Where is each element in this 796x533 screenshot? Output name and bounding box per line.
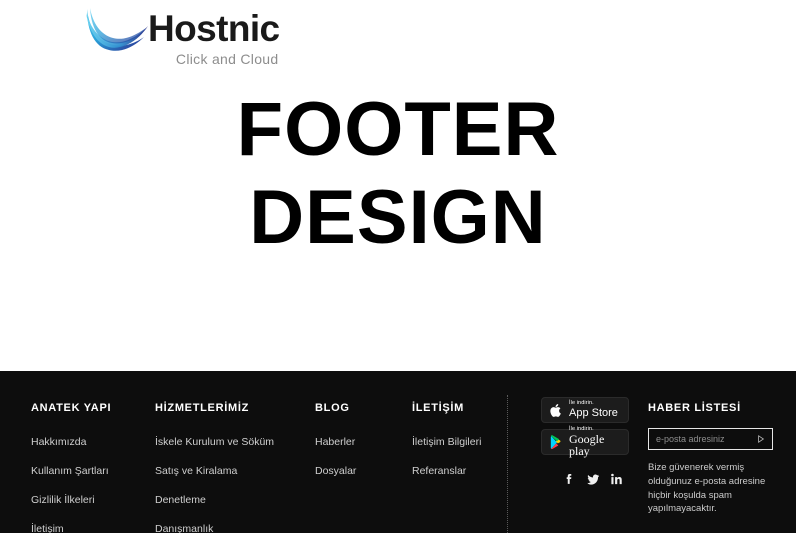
twitter-icon[interactable]: [586, 472, 599, 486]
page-title-line-1: FOOTER: [236, 87, 560, 172]
footer-column-anatek-yapi: ANATEK YAPI Hakkımızda Kullanım Şartları…: [31, 402, 111, 533]
footer-column-hizmetlerimiz: HİZMETLERİMİZ İskele Kurulum ve Söküm Sa…: [155, 402, 274, 533]
list-item: Gizlilik İlkeleri: [31, 490, 111, 508]
newsletter-heading: HABER LİSTESİ: [648, 402, 741, 414]
list-item: Haberler: [315, 432, 356, 450]
footer-column-heading: HİZMETLERİMİZ: [155, 402, 250, 414]
social-links: [562, 472, 623, 486]
list-item: Referanslar: [412, 461, 481, 479]
hero-section: Hostnic Click and Cloud FOOTER DESIGN: [0, 0, 796, 371]
list-item: Denetleme: [155, 490, 274, 508]
footer-link[interactable]: İletişim Bilgileri: [412, 436, 481, 448]
brand-name: Hostnic: [148, 8, 280, 49]
list-item: Satış ve Kiralama: [155, 461, 274, 479]
footer-link[interactable]: Kullanım Şartları: [31, 465, 109, 477]
footer-column-heading: ANATEK YAPI: [31, 402, 112, 414]
app-store-badge-text: İle indirin. App Store: [569, 401, 618, 419]
page-title-line-2: DESIGN: [249, 175, 547, 261]
wave-swoosh-icon: [86, 8, 148, 51]
page-title: FOOTER DESIGN: [0, 86, 796, 262]
footer-link-list: İskele Kurulum ve Söküm Satış ve Kiralam…: [155, 432, 274, 533]
page-root: Hostnic Click and Cloud FOOTER DESIGN AN…: [0, 0, 796, 533]
google-play-badge-title: Google play: [569, 432, 605, 459]
google-play-badge[interactable]: İle indirin. Google play: [541, 426, 629, 459]
app-store-badges: İle indirin. App Store İle indirin. Goog…: [541, 397, 629, 461]
linkedin-icon[interactable]: [610, 472, 623, 486]
list-item: Danışmanlık: [155, 519, 274, 533]
footer-link[interactable]: Gizlilik İlkeleri: [31, 494, 95, 506]
list-item: Dosyalar: [315, 461, 356, 479]
app-store-badge-title: App Store: [569, 406, 618, 419]
footer-link[interactable]: Referanslar: [412, 465, 466, 477]
google-play-badge-text: İle indirin. Google play: [569, 426, 622, 459]
footer-link-list: Hakkımızda Kullanım Şartları Gizlilik İl…: [31, 432, 111, 533]
footer-link-list: İletişim Bilgileri Referanslar: [412, 432, 481, 479]
vertical-dotted-divider: [507, 395, 508, 533]
app-store-badge[interactable]: İle indirin. App Store: [541, 397, 629, 423]
newsletter-note: Bize güvenerek vermiş olduğunuz e-posta …: [648, 462, 766, 515]
footer-link[interactable]: Denetleme: [155, 494, 206, 506]
apple-icon: [548, 401, 564, 419]
footer-column-iletisim: İLETİŞİM İletişim Bilgileri Referanslar: [412, 402, 481, 479]
footer-link[interactable]: Danışmanlık: [155, 523, 213, 533]
list-item: Hakkımızda: [31, 432, 111, 450]
brand-logo[interactable]: Hostnic Click and Cloud: [84, 4, 280, 67]
list-item: İletişim: [31, 519, 111, 533]
footer-link[interactable]: İletişim: [31, 523, 64, 533]
newsletter-section: HABER LİSTESİ Bize güvenerek vermiş oldu…: [648, 402, 774, 516]
newsletter-submit-button[interactable]: [755, 433, 767, 445]
footer-column-blog: BLOG Haberler Dosyalar: [315, 402, 356, 479]
brand-tagline: Click and Cloud: [175, 51, 279, 67]
list-item: İletişim Bilgileri: [412, 432, 481, 450]
list-item: Kullanım Şartları: [31, 461, 111, 479]
footer-link[interactable]: Satış ve Kiralama: [155, 465, 237, 477]
footer-link-list: Haberler Dosyalar: [315, 432, 356, 479]
footer-column-heading: BLOG: [315, 402, 350, 414]
play-arrow-icon: [758, 435, 765, 443]
footer-link[interactable]: İskele Kurulum ve Söküm: [155, 436, 274, 448]
newsletter-field[interactable]: [648, 428, 773, 450]
facebook-icon[interactable]: [562, 472, 575, 486]
list-item: İskele Kurulum ve Söküm: [155, 432, 274, 450]
footer-column-heading: İLETİŞİM: [412, 402, 465, 414]
brand-text: Hostnic Click and Cloud: [148, 4, 280, 67]
google-play-icon: [548, 433, 564, 451]
footer-link[interactable]: Dosyalar: [315, 465, 356, 477]
newsletter-email-input[interactable]: [649, 429, 749, 449]
app-store-badge-subtitle: İle indirin.: [569, 400, 594, 407]
footer-link[interactable]: Haberler: [315, 436, 355, 448]
footer-link[interactable]: Hakkımızda: [31, 436, 86, 448]
